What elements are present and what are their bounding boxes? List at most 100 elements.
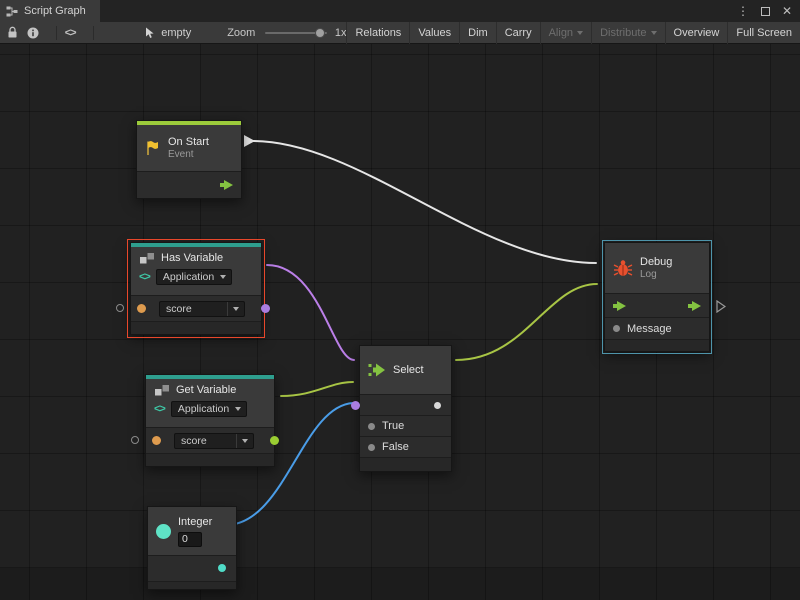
false-input-port[interactable] bbox=[368, 444, 375, 451]
node-header: Has Variable <> Application bbox=[131, 247, 261, 295]
graph-canvas[interactable]: On Start Event Has Variable bbox=[0, 44, 800, 600]
variable-dropdown[interactable]: score bbox=[174, 433, 254, 449]
node-footer bbox=[605, 339, 709, 351]
zoom-slider[interactable] bbox=[265, 32, 327, 34]
unity-graph-window: Script Graph ⋮ ✕ <> bbox=[0, 0, 800, 600]
values-button[interactable]: Values bbox=[409, 22, 459, 44]
node-header: On Start Event bbox=[137, 125, 241, 171]
target-input-port[interactable] bbox=[131, 436, 139, 444]
menu-icon[interactable]: ⋮ bbox=[737, 4, 749, 18]
toolbar-separator bbox=[56, 26, 57, 40]
maximize-icon[interactable] bbox=[761, 7, 770, 16]
value-output-port[interactable] bbox=[218, 564, 226, 572]
variable-name: score bbox=[181, 435, 207, 447]
code-icon[interactable]: <> bbox=[65, 27, 76, 39]
chevron-down-icon bbox=[577, 31, 583, 35]
wire-getvariable-to-select[interactable] bbox=[281, 382, 353, 396]
node-title: Get Variable bbox=[176, 384, 236, 397]
port-row bbox=[605, 293, 709, 317]
close-icon[interactable]: ✕ bbox=[782, 4, 792, 18]
scope-dropdown[interactable]: Application bbox=[156, 269, 232, 285]
tab-bar: Script Graph ⋮ ✕ bbox=[0, 0, 800, 22]
scope-value: Application bbox=[163, 271, 214, 283]
port-label: True bbox=[382, 420, 404, 432]
node-footer bbox=[146, 453, 274, 466]
wire-onstart-to-debuglog[interactable] bbox=[253, 141, 596, 263]
tab-title: Script Graph bbox=[24, 5, 86, 17]
node-integer[interactable]: Integer 0 bbox=[147, 506, 237, 590]
node-header: Select bbox=[360, 346, 451, 394]
script-graph-icon bbox=[6, 6, 18, 17]
port-row bbox=[360, 394, 451, 415]
port-row bbox=[148, 555, 236, 581]
chevron-down-icon bbox=[651, 31, 657, 35]
node-debug-log[interactable]: Debug Log Message bbox=[604, 242, 710, 352]
name-input-port[interactable] bbox=[152, 436, 161, 445]
node-footer bbox=[131, 321, 261, 334]
node-title: Select bbox=[393, 364, 424, 377]
integer-type-icon bbox=[156, 524, 171, 539]
node-on-start[interactable]: On Start Event bbox=[136, 120, 242, 199]
selection-label: empty bbox=[161, 27, 191, 39]
port-row: True bbox=[360, 415, 451, 436]
integer-value-field[interactable]: 0 bbox=[178, 532, 202, 547]
chevron-down-icon bbox=[233, 307, 239, 311]
full-screen-button[interactable]: Full Screen bbox=[727, 22, 800, 44]
result-output-port[interactable] bbox=[261, 304, 270, 313]
dim-button[interactable]: Dim bbox=[459, 22, 496, 44]
overview-button[interactable]: Overview bbox=[665, 22, 728, 44]
selection-output-port[interactable] bbox=[434, 402, 441, 409]
bug-icon bbox=[613, 259, 633, 277]
variables-icon bbox=[154, 384, 170, 397]
variable-name: score bbox=[166, 303, 192, 315]
zoom-label: Zoom bbox=[227, 27, 255, 39]
lock-icon[interactable] bbox=[7, 26, 18, 39]
tab-script-graph[interactable]: Script Graph bbox=[0, 0, 100, 22]
node-title: Integer bbox=[178, 516, 212, 529]
code-icon: <> bbox=[139, 271, 150, 283]
node-footer bbox=[148, 581, 236, 589]
flow-continue-arrow-icon bbox=[716, 300, 726, 313]
zoom-value: 1x bbox=[335, 27, 347, 39]
variables-icon bbox=[139, 252, 155, 265]
message-input-port[interactable] bbox=[613, 325, 620, 332]
pointer-icon bbox=[145, 27, 156, 39]
chevron-down-icon bbox=[242, 439, 248, 443]
wire-hasvariable-to-select[interactable] bbox=[267, 265, 354, 360]
name-input-port[interactable] bbox=[137, 304, 146, 313]
node-header: Integer 0 bbox=[148, 507, 236, 555]
carry-button[interactable]: Carry bbox=[496, 22, 540, 44]
condition-input-port[interactable] bbox=[351, 401, 360, 410]
variable-dropdown[interactable]: score bbox=[159, 301, 245, 317]
distribute-button: Distribute bbox=[591, 22, 664, 44]
scope-dropdown[interactable]: Application bbox=[171, 401, 247, 417]
flow-input-port[interactable] bbox=[613, 301, 626, 311]
node-select[interactable]: Select True False bbox=[359, 345, 452, 472]
info-icon[interactable] bbox=[27, 27, 39, 39]
relations-button[interactable]: Relations bbox=[346, 22, 409, 44]
selection-indicator: empty bbox=[145, 27, 191, 39]
flow-output-port[interactable] bbox=[220, 180, 233, 190]
chevron-down-icon bbox=[235, 407, 241, 411]
port-row: score bbox=[146, 427, 274, 453]
port-row bbox=[137, 171, 241, 198]
port-row: Message bbox=[605, 317, 709, 339]
port-row: False bbox=[360, 436, 451, 457]
value-output-port[interactable] bbox=[270, 436, 279, 445]
zoom-slider-handle[interactable] bbox=[315, 28, 325, 38]
true-input-port[interactable] bbox=[368, 423, 375, 430]
node-has-variable[interactable]: Has Variable <> Application score bbox=[130, 242, 262, 335]
window-controls: ⋮ ✕ bbox=[737, 0, 792, 22]
port-label: Message bbox=[627, 323, 672, 335]
node-title: Debug bbox=[640, 256, 672, 269]
wire-select-to-debuglog[interactable] bbox=[456, 284, 597, 360]
code-icon: <> bbox=[154, 403, 165, 415]
target-input-port[interactable] bbox=[116, 304, 124, 312]
node-title: Has Variable bbox=[161, 252, 223, 265]
port-row: score bbox=[131, 295, 261, 321]
node-get-variable[interactable]: Get Variable <> Application score bbox=[145, 374, 275, 467]
node-header: Debug Log bbox=[605, 243, 709, 293]
toolbar-button-group: Relations Values Dim Carry Align Distrib… bbox=[346, 22, 800, 44]
flow-output-port[interactable] bbox=[688, 301, 701, 311]
toolbar-separator bbox=[93, 26, 94, 40]
